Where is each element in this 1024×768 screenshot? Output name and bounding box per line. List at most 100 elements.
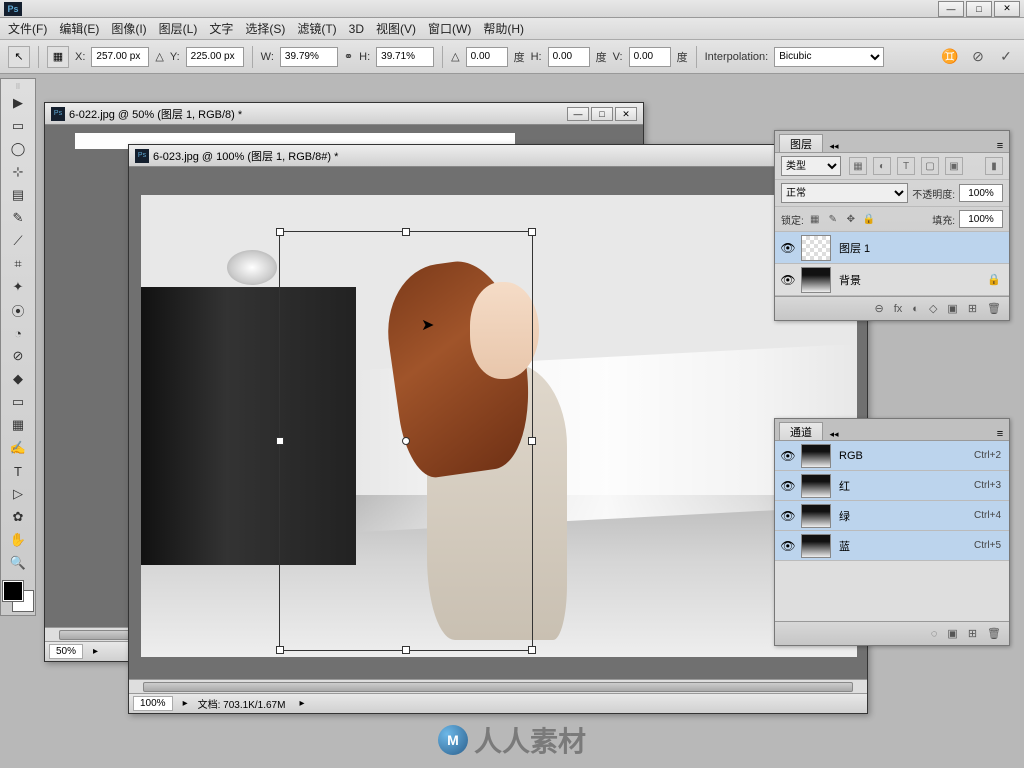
lock-position-icon[interactable]: ✥	[844, 212, 858, 226]
transform-handle-bc[interactable]	[402, 646, 410, 654]
x-input[interactable]	[91, 47, 149, 67]
layer-thumb-bg[interactable]	[801, 267, 831, 293]
menu-edit[interactable]: 编辑(E)	[59, 20, 99, 37]
doc2-status-icon[interactable]: ▸	[183, 698, 188, 709]
interp-select[interactable]: Bicubic	[774, 47, 884, 67]
filter-type-icon[interactable]: T	[897, 157, 915, 175]
y-input[interactable]	[186, 47, 244, 67]
channel-blue[interactable]: 👁 蓝 Ctrl+5	[775, 531, 1009, 561]
group-icon[interactable]: ▣	[947, 302, 957, 315]
dodge-tool[interactable]: ▭	[4, 391, 32, 413]
layer-name-1[interactable]: 图层 1	[839, 240, 1009, 256]
link-layers-icon[interactable]: ⊖	[875, 302, 884, 315]
angle-input[interactable]	[466, 47, 508, 67]
fill-input[interactable]	[959, 210, 1003, 228]
channel-red[interactable]: 👁 红 Ctrl+3	[775, 471, 1009, 501]
adjustment-icon[interactable]: ◇	[929, 302, 937, 315]
color-picker[interactable]	[3, 581, 33, 611]
channels-collapse-icon[interactable]: ◂◂	[825, 429, 843, 440]
pen-tool[interactable]: ▦	[4, 414, 32, 436]
minimize-button[interactable]: —	[938, 1, 964, 17]
channel-vis-red[interactable]: 👁	[775, 479, 801, 493]
eraser-tool[interactable]: ◔	[4, 322, 32, 344]
gradient-tool[interactable]: ⊘	[4, 345, 32, 367]
channel-vis-green[interactable]: 👁	[775, 509, 801, 523]
new-channel-icon[interactable]: ⊞	[968, 627, 977, 640]
blend-mode-select[interactable]: 正常	[781, 183, 908, 203]
menu-3d[interactable]: 3D	[349, 22, 364, 36]
layer-name-bg[interactable]: 背景	[839, 272, 987, 288]
doc1-zoom[interactable]: 50%	[49, 644, 83, 659]
transform-handle-ml[interactable]	[276, 437, 284, 445]
fx-icon[interactable]: fx	[894, 303, 903, 315]
channels-menu-icon[interactable]: ≡	[991, 428, 1009, 440]
layers-collapse-icon[interactable]: ◂◂	[825, 141, 843, 152]
w-input[interactable]	[280, 47, 338, 67]
maximize-button[interactable]: □	[966, 1, 992, 17]
menu-type[interactable]: 文字	[209, 20, 233, 37]
delete-layer-icon[interactable]: 🗑	[987, 302, 1001, 315]
save-selection-icon[interactable]: ▣	[947, 627, 957, 640]
filter-shape-icon[interactable]: ▢	[921, 157, 939, 175]
stamp-tool[interactable]: ✦	[4, 276, 32, 298]
filter-toggle-icon[interactable]: ▮	[985, 157, 1003, 175]
shape-tool[interactable]: ▷	[4, 483, 32, 505]
transform-handle-mr[interactable]	[528, 437, 536, 445]
lock-pixels-icon[interactable]: ✎	[826, 212, 840, 226]
healing-tool[interactable]: ⟋	[4, 230, 32, 252]
layer-visibility-1[interactable]: 👁	[775, 241, 801, 255]
canvas-2[interactable]: ➤	[129, 167, 867, 679]
link-icon[interactable]: ⚭	[344, 50, 353, 63]
hand-tool[interactable]: ✿	[4, 506, 32, 528]
menu-image[interactable]: 图像(I)	[111, 20, 146, 37]
menu-file[interactable]: 文件(F)	[8, 20, 47, 37]
layer-type-filter[interactable]: 类型	[781, 156, 841, 176]
lock-transparency-icon[interactable]: ▦	[808, 212, 822, 226]
menu-view[interactable]: 视图(V)	[376, 20, 416, 37]
lock-all-icon[interactable]: 🔒	[862, 212, 876, 226]
cancel-transform-icon[interactable]: ⊘	[968, 47, 988, 67]
history-brush-tool[interactable]: ⦿	[4, 299, 32, 321]
channel-rgb[interactable]: 👁 RGB Ctrl+2	[775, 441, 1009, 471]
mask-icon[interactable]: ◐	[912, 303, 919, 315]
menu-help[interactable]: 帮助(H)	[483, 20, 524, 37]
menu-layer[interactable]: 图层(L)	[159, 20, 198, 37]
commit-transform-icon[interactable]: ✓	[996, 47, 1016, 67]
channels-tab[interactable]: 通道	[779, 422, 823, 440]
type-tool[interactable]: ✍	[4, 437, 32, 459]
cursor-tool-icon[interactable]: ↖	[8, 46, 30, 68]
layer-row-bg[interactable]: 👁 背景 🔒	[775, 264, 1009, 296]
foreground-color[interactable]	[3, 581, 23, 601]
menu-window[interactable]: 窗口(W)	[428, 20, 471, 37]
transform-handle-tc[interactable]	[402, 228, 410, 236]
load-selection-icon[interactable]: ◌	[931, 628, 938, 640]
transform-handle-bl[interactable]	[276, 646, 284, 654]
transform-center[interactable]	[402, 437, 410, 445]
menu-filter[interactable]: 滤镜(T)	[297, 20, 336, 37]
doc2-zoom[interactable]: 100%	[133, 696, 173, 711]
doc2-scrollbar[interactable]	[129, 679, 867, 693]
doc1-status-icon[interactable]: ▸	[93, 646, 98, 657]
channel-vis-rgb[interactable]: 👁	[775, 449, 801, 463]
menu-select[interactable]: 选择(S)	[245, 20, 285, 37]
filter-adjust-icon[interactable]: ◐	[873, 157, 891, 175]
layer-visibility-bg[interactable]: 👁	[775, 273, 801, 287]
h-input[interactable]	[376, 47, 434, 67]
doc1-minimize[interactable]: —	[567, 107, 589, 121]
brush-tool[interactable]: ⌗	[4, 253, 32, 275]
layers-tab[interactable]: 图层	[779, 134, 823, 152]
move-tool[interactable]: ▶	[4, 92, 32, 114]
document-title-2[interactable]: Ps 6-023.jpg @ 100% (图层 1, RGB/8#) * — □…	[129, 145, 867, 167]
lasso-tool[interactable]: ◯	[4, 138, 32, 160]
filter-smart-icon[interactable]: ▣	[945, 157, 963, 175]
magic-wand-tool[interactable]: ⊹	[4, 161, 32, 183]
zoom-tool[interactable]: ✋	[4, 529, 32, 551]
path-tool[interactable]: T	[4, 460, 32, 482]
delete-channel-icon[interactable]: 🗑	[987, 627, 1001, 640]
layers-menu-icon[interactable]: ≡	[991, 140, 1009, 152]
free-transform-box[interactable]	[279, 231, 533, 651]
transform-handle-tr[interactable]	[528, 228, 536, 236]
new-layer-icon[interactable]: ⊞	[968, 302, 977, 315]
layer-row-1[interactable]: 👁 图层 1	[775, 232, 1009, 264]
doc1-close[interactable]: ✕	[615, 107, 637, 121]
